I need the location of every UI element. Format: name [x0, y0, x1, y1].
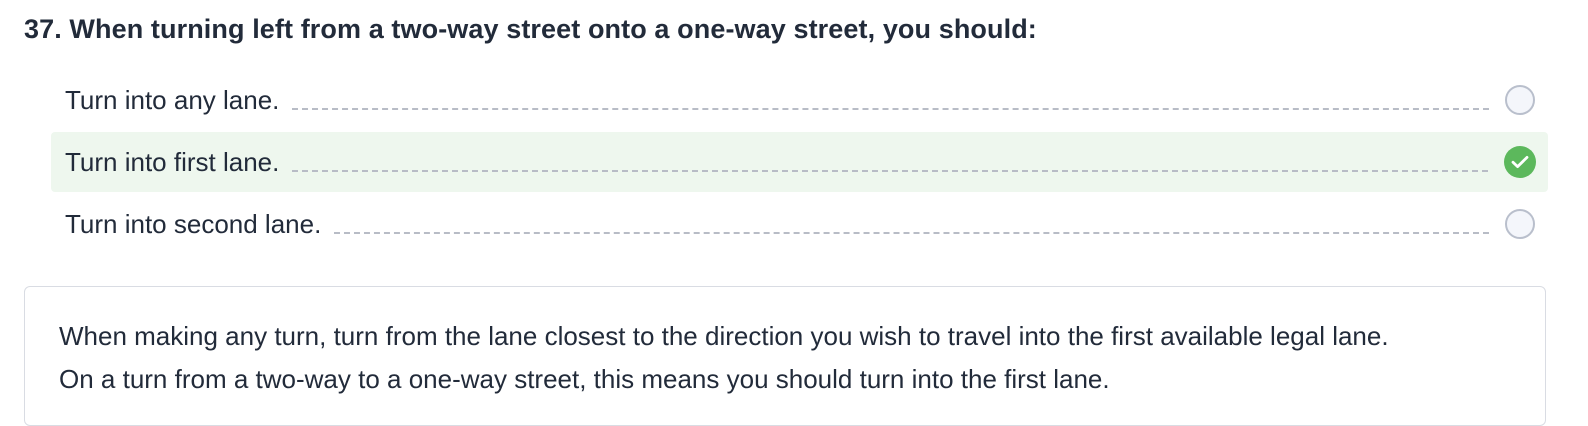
answer-option-first-lane[interactable]: Turn into first lane. — [51, 132, 1548, 192]
dotted-leader — [292, 108, 1489, 110]
radio-empty-icon[interactable] — [1505, 85, 1535, 115]
dotted-leader — [334, 232, 1489, 234]
dotted-leader — [292, 170, 1488, 172]
answer-option-second-lane[interactable]: Turn into second lane. — [51, 194, 1548, 254]
answer-label: Turn into first lane. — [65, 146, 280, 177]
explanation-line: When making any turn, turn from the lane… — [59, 321, 1389, 351]
radio-empty-icon[interactable] — [1505, 209, 1535, 239]
check-circle-icon[interactable] — [1504, 146, 1536, 178]
question-title: 37. When turning left from a two-way str… — [24, 14, 1037, 44]
answer-option-any-lane[interactable]: Turn into any lane. — [51, 70, 1548, 130]
answer-label: Turn into any lane. — [65, 84, 280, 115]
answer-label: Turn into second lane. — [65, 208, 322, 239]
checkmark-icon — [1511, 156, 1529, 168]
explanation-line: On a turn from a two-way to a one-way st… — [59, 364, 1110, 394]
explanation-box: When making any turn, turn from the lane… — [24, 286, 1546, 426]
answer-list: Turn into any lane. Turn into first lane… — [51, 70, 1548, 256]
